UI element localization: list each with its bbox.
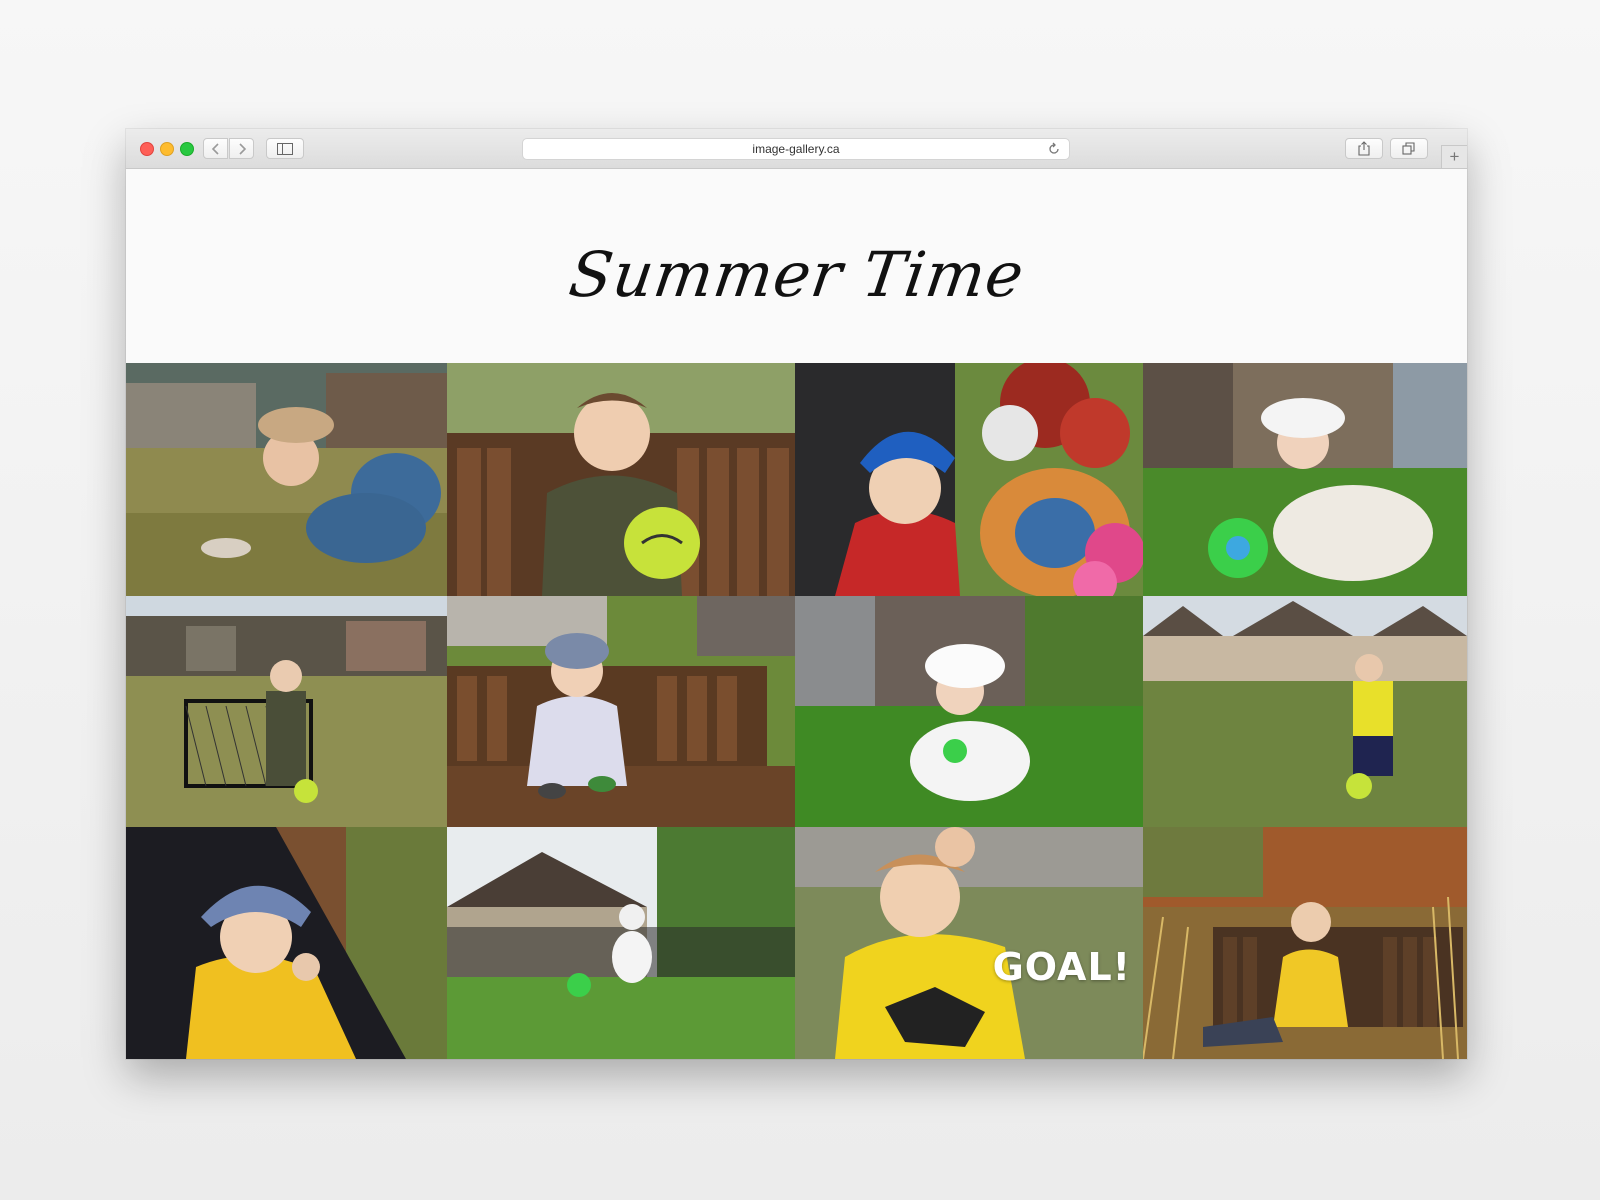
browser-toolbar: image-gallery.ca +	[126, 129, 1467, 169]
new-tab-icon: +	[1449, 147, 1460, 166]
reload-icon[interactable]	[1047, 142, 1061, 156]
photo-image	[795, 827, 1143, 1059]
share-button[interactable]	[1345, 138, 1383, 159]
gallery-photo-12[interactable]	[1143, 827, 1467, 1059]
gallery-photo-11[interactable]: GOAL!	[795, 827, 1143, 1059]
photo-image	[126, 827, 447, 1059]
url-text: image-gallery.ca	[752, 142, 840, 156]
page-title: Summer Time	[564, 237, 1029, 311]
forward-icon	[238, 142, 246, 155]
photo-image	[447, 827, 795, 1059]
photo-gallery: GOAL!	[126, 363, 1467, 1059]
gallery-photo-3[interactable]	[795, 363, 1143, 596]
tabs-icon	[1402, 142, 1415, 155]
forward-button[interactable]	[229, 138, 254, 159]
gallery-photo-9[interactable]	[126, 827, 447, 1059]
gallery-photo-8[interactable]	[1143, 596, 1467, 827]
gallery-photo-5[interactable]	[126, 596, 447, 827]
new-tab-button[interactable]: +	[1441, 145, 1467, 168]
page-header: Summer Time	[126, 169, 1467, 363]
photo-image	[126, 363, 447, 596]
browser-window: image-gallery.ca + Summer Time GOAL!	[126, 129, 1467, 1059]
gallery-photo-2[interactable]	[447, 363, 795, 596]
goal-caption: GOAL!	[992, 945, 1131, 989]
address-bar[interactable]: image-gallery.ca	[522, 138, 1070, 160]
photo-image	[447, 596, 795, 827]
photo-image	[1143, 596, 1467, 827]
photo-image	[126, 596, 447, 827]
zoom-window-button[interactable]	[180, 142, 194, 156]
photo-image	[1143, 363, 1467, 596]
photo-image	[447, 363, 795, 596]
photo-image	[795, 596, 1143, 827]
gallery-photo-4[interactable]	[1143, 363, 1467, 596]
gallery-photo-1[interactable]	[126, 363, 447, 596]
photo-image	[795, 363, 1143, 596]
back-icon	[211, 142, 219, 155]
minimize-window-button[interactable]	[160, 142, 174, 156]
share-icon	[1358, 141, 1370, 156]
sidebar-icon	[277, 142, 293, 155]
back-button[interactable]	[203, 138, 228, 159]
gallery-photo-7[interactable]	[795, 596, 1143, 827]
gallery-photo-10[interactable]	[447, 827, 795, 1059]
sidebar-button[interactable]	[266, 138, 304, 159]
show-tabs-button[interactable]	[1390, 138, 1428, 159]
gallery-photo-6[interactable]	[447, 596, 795, 827]
photo-image	[1143, 827, 1467, 1059]
close-window-button[interactable]	[140, 142, 154, 156]
